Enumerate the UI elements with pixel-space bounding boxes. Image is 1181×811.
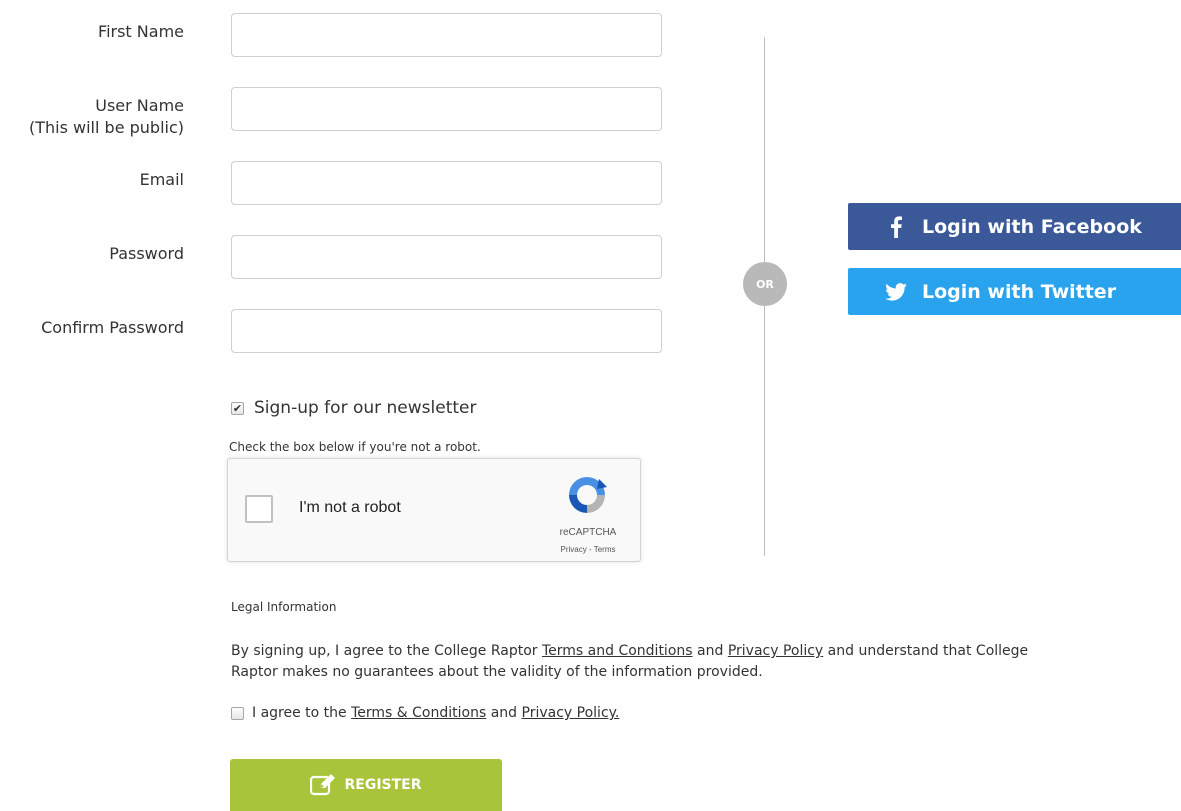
password-label: Password — [109, 244, 184, 263]
register-button[interactable]: REGISTER — [230, 759, 502, 811]
login-facebook-label: Login with Facebook — [922, 215, 1142, 238]
first-name-field[interactable] — [231, 13, 662, 57]
password-field[interactable] — [231, 235, 662, 279]
recaptcha-terms-link[interactable]: Terms — [594, 545, 616, 554]
legal-heading: Legal Information — [231, 600, 337, 614]
recaptcha-label: I'm not a robot — [299, 499, 401, 516]
user-name-label-line2: (This will be public) — [29, 118, 184, 137]
legal-privacy-link[interactable]: Privacy Policy — [728, 643, 823, 659]
agree-label: I agree to the Terms & Conditions and Pr… — [252, 705, 619, 721]
recaptcha-privacy-link[interactable]: Privacy — [561, 545, 587, 554]
agree-option: I agree to the Terms & Conditions and Pr… — [231, 705, 619, 721]
divider-top — [764, 37, 765, 262]
twitter-icon — [884, 282, 908, 301]
user-name-field[interactable] — [231, 87, 662, 131]
user-name-label-line1: User Name — [95, 96, 184, 115]
divider-bottom — [764, 306, 765, 556]
agree-text-and: and — [486, 705, 522, 721]
edit-icon — [310, 774, 336, 796]
recaptcha-links: Privacy - Terms — [548, 545, 628, 554]
recaptcha-brand: reCAPTCHA — [559, 527, 617, 538]
recaptcha-widget: I'm not a robot reCAPTCHA Privacy - Term… — [227, 458, 641, 562]
agree-terms-link[interactable]: Terms & Conditions — [351, 705, 486, 721]
newsletter-option: ✔ Sign-up for our newsletter — [231, 398, 477, 418]
legal-text-and: and — [692, 643, 728, 659]
agree-privacy-link[interactable]: Privacy Policy. — [522, 705, 620, 721]
legal-text-post: and understand that College — [823, 643, 1029, 659]
confirm-password-field[interactable] — [231, 309, 662, 353]
or-badge: OR — [743, 262, 787, 306]
email-field[interactable] — [231, 161, 662, 205]
legal-text-intro: By signing up, I agree to the College Ra… — [231, 643, 542, 659]
legal-text-line2: Raptor makes no guarantees about the val… — [231, 664, 763, 680]
login-facebook-button[interactable]: Login with Facebook — [848, 203, 1181, 250]
agree-text-intro: I agree to the — [252, 705, 352, 721]
register-label: REGISTER — [344, 777, 422, 793]
recaptcha-checkbox[interactable] — [245, 495, 273, 523]
newsletter-label: Sign-up for our newsletter — [254, 398, 477, 418]
agree-checkbox[interactable] — [231, 706, 244, 720]
newsletter-checkbox[interactable]: ✔ — [231, 401, 244, 415]
login-twitter-label: Login with Twitter — [922, 280, 1117, 303]
first-name-label: First Name — [98, 22, 184, 41]
legal-text: By signing up, I agree to the College Ra… — [231, 641, 1181, 683]
facebook-icon — [884, 215, 908, 238]
recaptcha-links-separator: - — [586, 545, 594, 554]
recaptcha-logo-icon — [569, 477, 607, 513]
email-label: Email — [139, 170, 184, 189]
user-name-label: User Name (This will be public) — [29, 95, 184, 139]
login-twitter-button[interactable]: Login with Twitter — [848, 268, 1181, 315]
captcha-note: Check the box below if you're not a robo… — [229, 440, 481, 454]
legal-terms-link[interactable]: Terms and Conditions — [542, 643, 693, 659]
confirm-password-label: Confirm Password — [41, 318, 184, 337]
